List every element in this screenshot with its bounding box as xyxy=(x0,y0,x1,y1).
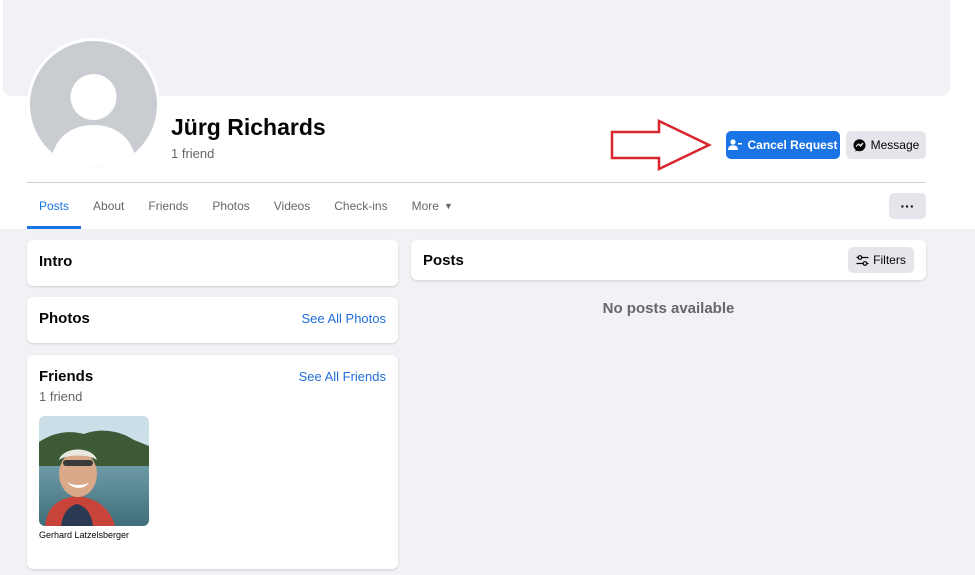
no-posts-message: No posts available xyxy=(602,300,735,317)
default-avatar-icon xyxy=(50,74,137,168)
friend-name[interactable]: Gerhard Latzelsberger xyxy=(39,530,129,540)
caret-down-icon: ▼ xyxy=(443,201,453,211)
friend-photo[interactable] xyxy=(39,416,149,526)
friend-photo-image xyxy=(39,416,149,526)
tab-check-ins[interactable]: Check-ins xyxy=(322,183,399,229)
photos-title: Photos xyxy=(39,310,90,327)
filters-icon xyxy=(856,254,869,266)
tab-videos[interactable]: Videos xyxy=(262,183,322,229)
photos-card: Photos See All Photos xyxy=(27,297,398,343)
tab-friends[interactable]: Friends xyxy=(136,183,200,229)
tab-more[interactable]: More ▼ xyxy=(400,183,465,229)
friends-title: Friends xyxy=(39,368,94,385)
friends-card: Friends See All Friends 1 friend Gerhard… xyxy=(27,355,398,569)
see-all-friends-link[interactable]: See All Friends xyxy=(299,369,386,384)
profile-friend-count[interactable]: 1 friend xyxy=(171,146,214,161)
posts-card: Posts Filters xyxy=(411,240,926,280)
messenger-icon xyxy=(853,138,866,152)
intro-card: Intro xyxy=(27,240,398,286)
see-all-photos-link[interactable]: See All Photos xyxy=(301,311,386,326)
posts-title: Posts xyxy=(423,252,464,269)
tab-about[interactable]: About xyxy=(81,183,136,229)
message-button[interactable]: Message xyxy=(846,131,926,159)
more-options-button[interactable]: ··· xyxy=(889,193,926,219)
cancel-friend-request-icon xyxy=(728,139,743,150)
filters-label: Filters xyxy=(873,253,906,267)
intro-title: Intro xyxy=(39,253,73,270)
profile-name: Jürg Richards xyxy=(171,114,326,140)
profile-avatar[interactable] xyxy=(27,38,160,171)
profile-tabs: Posts About Friends Photos Videos Check-… xyxy=(27,183,465,229)
tab-posts[interactable]: Posts xyxy=(27,183,82,229)
friends-count: 1 friend xyxy=(39,389,83,404)
tab-photos[interactable]: Photos xyxy=(200,183,261,229)
annotation-arrow-icon xyxy=(610,119,712,171)
cancel-request-button[interactable]: Cancel Request xyxy=(726,131,840,159)
cancel-request-label: Cancel Request xyxy=(747,138,838,152)
message-label: Message xyxy=(870,138,920,152)
filters-button[interactable]: Filters xyxy=(848,247,914,273)
